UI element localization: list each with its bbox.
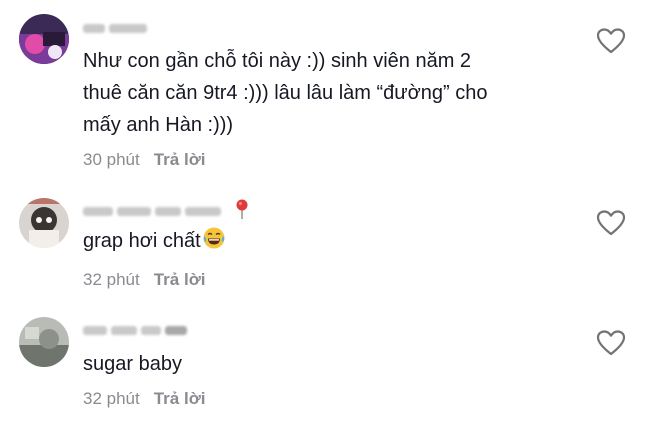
avatar[interactable] — [19, 198, 69, 248]
comment-item: sugar baby 32 phút Trả lời — [0, 300, 650, 421]
comment-meta: 32 phút Trả lời — [83, 389, 206, 409]
comment-time: 32 phút — [83, 389, 140, 408]
comment-text-line: grap hơi chất — [83, 225, 583, 260]
location-pin-icon — [235, 199, 249, 224]
reply-button[interactable]: Trả lời — [154, 270, 206, 290]
heart-outline-icon[interactable] — [596, 209, 626, 237]
avatar[interactable] — [19, 14, 69, 64]
comment-text-line: Như con gần chỗ tôi này :)) sinh viên nă… — [83, 50, 472, 72]
laughing-tears-emoji-icon — [202, 226, 226, 260]
heart-outline-icon[interactable] — [596, 329, 626, 357]
username-blurred[interactable] — [83, 21, 147, 35]
comment-item: grap hơi chất 32 phút Trả lời — [0, 180, 650, 300]
reply-button[interactable]: Trả lời — [154, 150, 206, 170]
comment-text: grap hơi chất — [83, 225, 583, 260]
comment-text-content: grap hơi chất — [83, 230, 201, 252]
comment-text: Như con gần chỗ tôi này :)) sinh viên nă… — [83, 45, 583, 141]
avatar[interactable] — [19, 317, 69, 367]
comment-text-line: thuê căn căn 9tr4 :))) lâu lâu làm “đườn… — [83, 82, 488, 104]
heart-outline-icon[interactable] — [596, 27, 626, 55]
comment-text: sugar baby — [83, 348, 583, 380]
username-blurred[interactable] — [83, 199, 249, 219]
comment-text-line: sugar baby — [83, 353, 182, 375]
comment-item: Như con gần chỗ tôi này :)) sinh viên nă… — [0, 0, 650, 180]
comment-time: 32 phút — [83, 270, 140, 289]
comment-meta: 30 phút Trả lời — [83, 150, 206, 170]
comment-text-line: mấy anh Hàn :))) — [83, 114, 234, 136]
username-blurred[interactable] — [83, 323, 187, 337]
comment-list: Như con gần chỗ tôi này :)) sinh viên nă… — [0, 0, 650, 421]
reply-button[interactable]: Trả lời — [154, 389, 206, 409]
comment-time: 30 phút — [83, 150, 140, 169]
comment-meta: 32 phút Trả lời — [83, 270, 206, 290]
